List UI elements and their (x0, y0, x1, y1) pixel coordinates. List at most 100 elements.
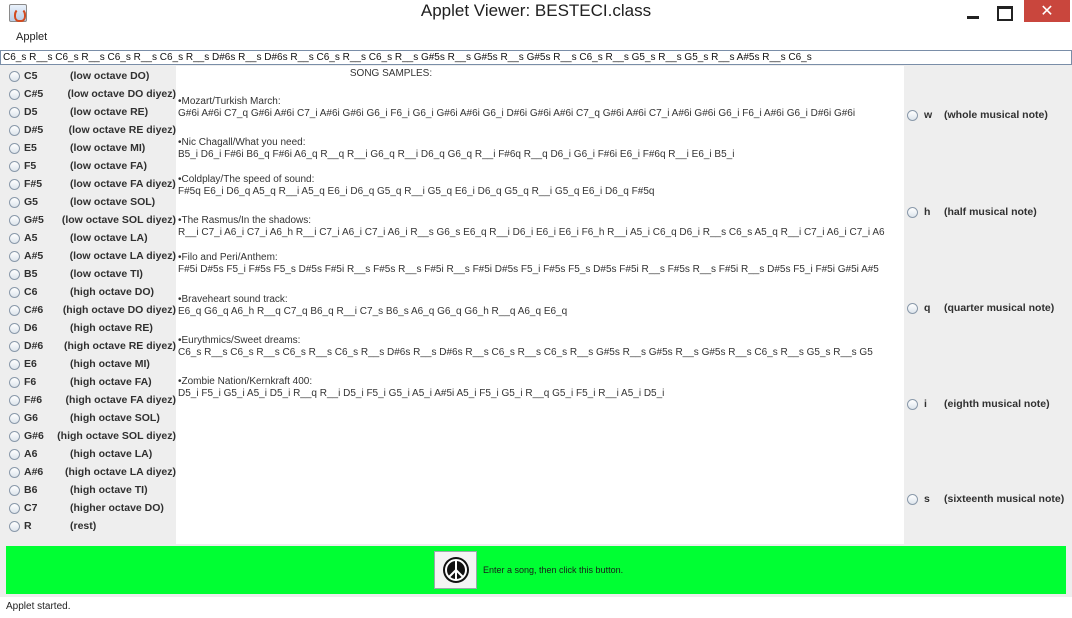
note-option[interactable]: C#6 (high octave DO diyez) (0, 301, 176, 319)
note-option[interactable]: C6 (high octave DO) (0, 283, 176, 301)
radio-button[interactable] (9, 88, 20, 100)
note-option[interactable]: C7 (higher octave DO) (0, 499, 176, 517)
note-option[interactable]: E5 (low octave MI) (0, 139, 176, 157)
duration-key: h (924, 206, 931, 218)
note-description: (low octave LA diyez) (69, 250, 176, 262)
radio-button[interactable] (9, 286, 20, 298)
radio-button[interactable] (9, 160, 20, 172)
duration-option[interactable]: i (eighth musical note) (904, 395, 1072, 413)
note-option[interactable]: F6 (high octave FA) (0, 373, 176, 391)
radio-button[interactable] (9, 70, 20, 82)
note-name: C6 (24, 286, 38, 298)
song-sample: Mozart/Turkish March:G#6i A#6i C7_q G#6i… (178, 96, 904, 120)
note-option[interactable]: C5 (low octave DO) (0, 67, 176, 85)
note-option[interactable]: B6 (high octave TI) (0, 481, 176, 499)
song-notes: F#5i D#5s F5_i F#5s F5_s D#5s F#5i R__s … (178, 264, 879, 275)
maximize-button[interactable] (990, 0, 1020, 26)
note-option[interactable]: D#5 (low octave RE diyez) (0, 121, 176, 139)
note-option[interactable]: R (rest) (0, 517, 176, 535)
radio-button[interactable] (9, 106, 20, 118)
note-name: F5 (24, 160, 37, 172)
peace-symbol-icon (442, 557, 469, 583)
play-button[interactable] (434, 551, 477, 589)
note-description: (high octave LA diyez) (64, 466, 176, 478)
note-name: E6 (24, 358, 37, 370)
note-option[interactable]: G#5 (low octave SOL diyez) (0, 211, 176, 229)
note-option[interactable]: D6 (high octave RE) (0, 319, 176, 337)
menu-applet[interactable]: Applet (16, 31, 47, 43)
note-option[interactable]: C#5 (low octave DO diyez) (0, 85, 176, 103)
note-name: D#6 (24, 340, 44, 352)
radio-button[interactable] (9, 340, 20, 352)
note-name: B6 (24, 484, 38, 496)
song-notes: E6_q G6_q A6_h R__q C7_q B6_q R__i C7_s … (178, 306, 568, 317)
radio-button[interactable] (9, 142, 20, 154)
note-description: (low octave FA) (70, 160, 148, 172)
note-description: (high octave SOL) (70, 412, 160, 424)
song-title: Braveheart sound track: (178, 294, 904, 306)
note-option[interactable]: G6 (high octave SOL) (0, 409, 176, 427)
radio-button[interactable] (907, 493, 918, 505)
duration-option[interactable]: q (quarter musical note) (904, 299, 1072, 317)
duration-option[interactable]: w (whole musical note) (904, 106, 1072, 124)
radio-button[interactable] (907, 398, 918, 410)
note-option[interactable]: A6 (high octave LA) (0, 445, 176, 463)
radio-button[interactable] (9, 448, 20, 460)
note-option[interactable]: F5 (low octave FA) (0, 157, 176, 175)
radio-button[interactable] (907, 206, 918, 218)
note-option[interactable]: A#5 (low octave LA diyez) (0, 247, 176, 265)
radio-button[interactable] (9, 466, 20, 478)
radio-button[interactable] (9, 268, 20, 280)
note-description: (high octave LA) (70, 448, 153, 460)
radio-button[interactable] (9, 196, 20, 208)
note-option[interactable]: G#6 (high octave SOL diyez) (0, 427, 176, 445)
radio-button[interactable] (9, 430, 20, 442)
note-description: (low octave LA) (70, 232, 148, 244)
radio-button[interactable] (9, 214, 20, 226)
note-option[interactable]: E6 (high octave MI) (0, 355, 176, 373)
radio-button[interactable] (9, 304, 20, 316)
note-option[interactable]: G5 (low octave SOL) (0, 193, 176, 211)
radio-button[interactable] (907, 109, 918, 121)
radio-button[interactable] (9, 232, 20, 244)
radio-button[interactable] (9, 322, 20, 334)
radio-button[interactable] (9, 394, 20, 406)
duration-key: q (924, 302, 931, 314)
duration-description: (whole musical note) (944, 109, 1048, 121)
note-option[interactable]: A#6 (high octave LA diyez) (0, 463, 176, 481)
radio-button[interactable] (9, 376, 20, 388)
note-description: (high octave FA) (70, 376, 152, 388)
note-description: (high octave RE) (70, 322, 153, 334)
radio-button[interactable] (9, 250, 20, 262)
radio-button[interactable] (9, 484, 20, 496)
song-sample: The Rasmus/In the shadows:R__i C7_i A6_i… (178, 215, 904, 239)
control-bar: Enter a song, then click this button. (6, 546, 1066, 594)
duration-option[interactable]: s (sixteenth musical note) (904, 490, 1072, 508)
note-description: (rest) (70, 520, 97, 532)
song-title: Coldplay/The speed of sound: (178, 174, 904, 186)
minimize-button[interactable] (958, 0, 988, 26)
song-sample: Coldplay/The speed of sound:F#5q E6_i D6… (178, 174, 904, 198)
note-option[interactable]: B5 (low octave TI) (0, 265, 176, 283)
close-button[interactable] (1024, 0, 1070, 22)
note-option[interactable]: A5 (low octave LA) (0, 229, 176, 247)
note-option[interactable]: D5 (low octave RE) (0, 103, 176, 121)
note-description: (high octave DO diyez) (62, 304, 176, 316)
radio-button[interactable] (9, 412, 20, 424)
note-name: A#5 (24, 250, 44, 262)
radio-button[interactable] (9, 124, 20, 136)
duration-option[interactable]: h (half musical note) (904, 203, 1072, 221)
radio-button[interactable] (9, 178, 20, 190)
radio-button[interactable] (907, 302, 918, 314)
note-name: D#5 (24, 124, 44, 136)
duration-panel: w (whole musical note) h (half musical not… (904, 66, 1072, 544)
note-name: C#5 (24, 88, 44, 100)
radio-button[interactable] (9, 502, 20, 514)
radio-button[interactable] (9, 520, 20, 532)
note-option[interactable]: D#6 (high octave RE diyez) (0, 337, 176, 355)
note-option[interactable]: F#5 (low octave FA diyez) (0, 175, 176, 193)
radio-button[interactable] (9, 358, 20, 370)
note-option[interactable]: F#6 (high octave FA diyez) (0, 391, 176, 409)
song-input[interactable]: C6_s R__s C6_s R__s C6_s R__s C6_s R__s … (0, 50, 1072, 65)
song-samples-area[interactable]: SONG SAMPLES: Mozart/Turkish March:G#6i … (176, 66, 904, 544)
